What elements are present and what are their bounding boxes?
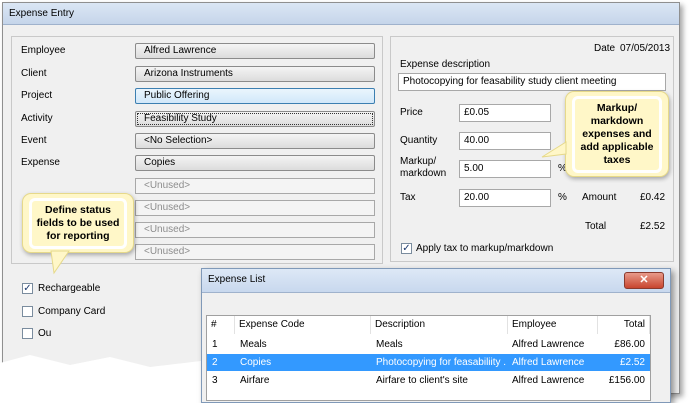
project-label: Project xyxy=(21,90,53,101)
tax-unit: % xyxy=(558,192,567,203)
row-number: 1 xyxy=(212,339,218,350)
expense-list-title-bar: Expense List ✕ xyxy=(202,269,670,293)
employee-label: Employee xyxy=(21,45,66,56)
row-number: 2 xyxy=(212,357,218,368)
row-number: 3 xyxy=(212,375,218,386)
total-value: £2.52 xyxy=(640,221,666,232)
employee-selector[interactable]: Alfred Lawrence xyxy=(135,43,375,59)
expense-list-table: # Expense Code Description Employee Tota… xyxy=(206,315,651,401)
table-row[interactable]: 3 Airfare Airfare to client's site Alfre… xyxy=(207,372,650,389)
column-header-description[interactable]: Description xyxy=(371,316,508,334)
markup-label-line2: markdown xyxy=(400,168,447,179)
window-title: Expense Entry xyxy=(9,8,75,19)
row-expense-code: Airfare xyxy=(240,375,270,386)
price-label: Price xyxy=(400,107,423,118)
quantity-input[interactable]: 40.00 xyxy=(459,132,551,150)
title-bar: Expense Entry xyxy=(3,3,679,25)
row-expense-code: Meals xyxy=(240,339,267,350)
expense-selector[interactable]: Copies xyxy=(135,155,375,171)
markup-label-line1: Markup/ xyxy=(400,156,437,167)
row-employee: Alfred Lawrence xyxy=(512,339,585,350)
client-selector[interactable]: Arizona Instruments xyxy=(135,66,375,82)
unused-field-4[interactable]: <Unused> xyxy=(135,244,375,260)
third-status-checkbox[interactable] xyxy=(22,328,33,339)
amount-label: Amount xyxy=(582,192,617,203)
date-value: 07/05/2013 xyxy=(620,43,671,54)
row-employee: Alfred Lawrence xyxy=(512,357,585,368)
tax-input[interactable]: 20.00 xyxy=(459,189,551,207)
rechargeable-checkbox[interactable]: ✓ xyxy=(22,283,33,294)
unused-field-1[interactable]: <Unused> xyxy=(135,178,375,194)
close-icon[interactable]: ✕ xyxy=(624,272,664,289)
event-label: Event xyxy=(21,135,47,146)
expense-list-title: Expense List xyxy=(208,274,266,285)
row-total: £156.00 xyxy=(608,375,645,386)
price-input[interactable]: £0.05 xyxy=(459,104,551,122)
unused-field-3[interactable]: <Unused> xyxy=(135,222,375,238)
client-label: Client xyxy=(21,68,47,79)
table-row-selected[interactable]: 2 Copies Photocopying for feasabiliity .… xyxy=(207,354,650,371)
quantity-label: Quantity xyxy=(400,135,438,146)
row-total: £2.52 xyxy=(619,357,645,368)
rechargeable-label: Rechargeable xyxy=(38,283,101,294)
date-label: Date xyxy=(594,43,616,54)
total-label: Total xyxy=(585,221,607,232)
status-callout-text: Define status fields to be used for repo… xyxy=(29,198,127,249)
description-input[interactable]: Photocopying for feasability study clien… xyxy=(398,73,666,91)
column-header-employee[interactable]: Employee xyxy=(508,316,598,334)
status-callout: Define status fields to be used for repo… xyxy=(22,193,134,253)
apply-tax-label: Apply tax to markup/markdown xyxy=(416,243,554,254)
unused-field-2[interactable]: <Unused> xyxy=(135,200,375,216)
markup-callout: Markup/ markdown expenses and add applic… xyxy=(565,91,669,177)
row-description: Airfare to client's site xyxy=(376,375,468,386)
apply-tax-checkbox[interactable]: ✓ xyxy=(401,243,412,254)
row-description: Photocopying for feasabiliity ... xyxy=(376,357,506,368)
markup-input[interactable]: 5.00 xyxy=(459,160,551,178)
column-header-number[interactable]: # xyxy=(207,316,235,334)
markup-callout-text: Markup/ markdown expenses and add applic… xyxy=(572,96,662,173)
tax-label: Tax xyxy=(400,192,416,203)
company-card-checkbox[interactable] xyxy=(22,306,33,317)
status-callout-pointer xyxy=(50,250,70,275)
activity-selector[interactable]: Feasibility Study xyxy=(135,111,375,127)
event-selector[interactable]: <No Selection> xyxy=(135,133,375,149)
description-label: Expense description xyxy=(400,59,491,70)
column-header-expense-code[interactable]: Expense Code xyxy=(235,316,371,334)
project-selector[interactable]: Public Offering xyxy=(135,88,375,104)
row-description: Meals xyxy=(376,339,403,350)
table-row[interactable]: 1 Meals Meals Alfred Lawrence £86.00 xyxy=(207,336,650,353)
company-card-label: Company Card xyxy=(38,306,106,317)
column-header-total[interactable]: Total xyxy=(598,316,650,334)
row-total: £86.00 xyxy=(614,339,645,350)
expense-label: Expense xyxy=(21,157,60,168)
row-employee: Alfred Lawrence xyxy=(512,375,585,386)
row-expense-code: Copies xyxy=(240,357,272,368)
amount-value: £0.42 xyxy=(640,192,666,203)
activity-label: Activity xyxy=(21,113,53,124)
third-status-label: Ou xyxy=(38,328,52,339)
expense-list-window: Expense List ✕ # Expense Code Descriptio… xyxy=(201,268,671,403)
markup-callout-pointer xyxy=(541,141,567,158)
